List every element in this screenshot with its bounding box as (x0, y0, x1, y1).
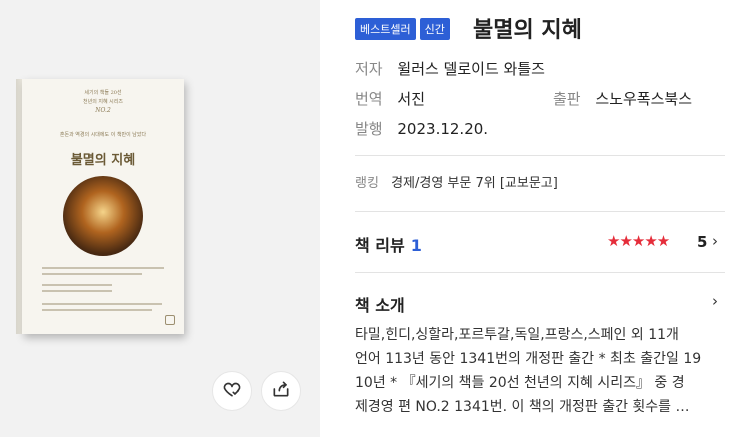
share-icon (271, 379, 291, 403)
publisher-link[interactable]: 스노우폭스북스 (595, 90, 692, 108)
review-count: 1 (410, 236, 422, 255)
book-intro-text[interactable]: 타밀,힌디,싱할라,포르투갈,독일,프랑스,스페인 외 11개 언어 113년 … (355, 323, 725, 419)
publisher-row: 출판 스노우폭스북스 (553, 88, 692, 109)
author-label: 저자 (355, 60, 383, 78)
publish-date-row: 발행 2023.12.20. (355, 118, 488, 139)
intro-line: 타밀,힌디,싱할라,포르투갈,독일,프랑스,스페인 외 11개 (355, 327, 679, 343)
cover-text-line (42, 273, 142, 275)
publish-date-value: 2023.12.20. (397, 120, 489, 138)
translator-label: 번역 (355, 90, 383, 108)
share-button[interactable] (261, 371, 301, 411)
chevron-right-icon[interactable]: › (712, 232, 718, 250)
chevron-right-icon[interactable]: › (712, 292, 718, 310)
cover-series-text: 세기의 책들 20선 (84, 90, 122, 96)
publish-date-label: 발행 (355, 120, 383, 138)
cover-tagline: 혼돈과 역경의 시대에도 이 책만이 남았다 (59, 132, 147, 138)
translator-link[interactable]: 서진 (397, 90, 425, 108)
cover-publisher-logo (165, 315, 175, 325)
book-title: 불멸의 지혜 (473, 18, 582, 43)
wishlist-button[interactable] (212, 371, 252, 411)
intro-line: 제경영 편 NO.2 1341번. 이 책의 개정판 출간 횟수를 … (355, 399, 690, 415)
divider (355, 272, 725, 273)
cover-text-line (42, 303, 162, 305)
ranking-label: 랭킹 (355, 176, 379, 191)
rating-score: 5 (697, 233, 708, 251)
author-row: 저자 윌러스 델로이드 와틀즈 (355, 58, 545, 79)
author-link[interactable]: 윌러스 델로이드 와틀즈 (397, 60, 545, 78)
ranking-row: 랭킹 경제/경영 부문 7위 [교보문고] (355, 172, 558, 191)
book-image-panel: 세기의 책들 20선 천년의 지혜 시리즈 NO.2 혼돈과 역경의 시대에도 … (0, 0, 320, 437)
cover-number-text: NO.2 (95, 107, 111, 114)
book-intro-title: 책 소개 (355, 296, 405, 315)
ranking-value: 경제/경영 부문 7위 [교보문고] (391, 176, 558, 191)
cover-text-line (42, 309, 152, 311)
rating-stars: ★★★★★ (607, 232, 670, 250)
cover-text-line (42, 267, 164, 269)
badge-group: 베스트셀러 신간 (355, 18, 450, 40)
bestseller-badge: 베스트셀러 (355, 18, 416, 40)
translator-row: 번역 서진 (355, 88, 425, 109)
cover-subtitle-text: 천년의 지혜 시리즈 (83, 99, 123, 105)
intro-line: 언어 113년 동안 1341번의 개정판 출간 * 최초 출간일 19 (355, 351, 702, 367)
new-badge: 신간 (419, 18, 450, 40)
divider (355, 155, 725, 156)
divider (355, 211, 725, 212)
cover-title: 불멸의 지혜 (70, 153, 136, 168)
book-cover-image[interactable]: 세기의 책들 20선 천년의 지혜 시리즈 NO.2 혼돈과 역경의 시대에도 … (22, 79, 184, 334)
cover-text-line (42, 284, 112, 286)
cover-illustration (63, 176, 143, 256)
intro-line: 10년 * 『세기의 책들 20선 천년의 지혜 시리즈』 중 경 (355, 375, 685, 391)
cover-text-line (42, 290, 112, 292)
heart-check-icon (222, 379, 242, 403)
book-review-title: 책 리뷰 (355, 236, 405, 255)
publisher-label: 출판 (553, 90, 581, 108)
book-review-header[interactable]: 책 리뷰 1 (355, 232, 422, 256)
